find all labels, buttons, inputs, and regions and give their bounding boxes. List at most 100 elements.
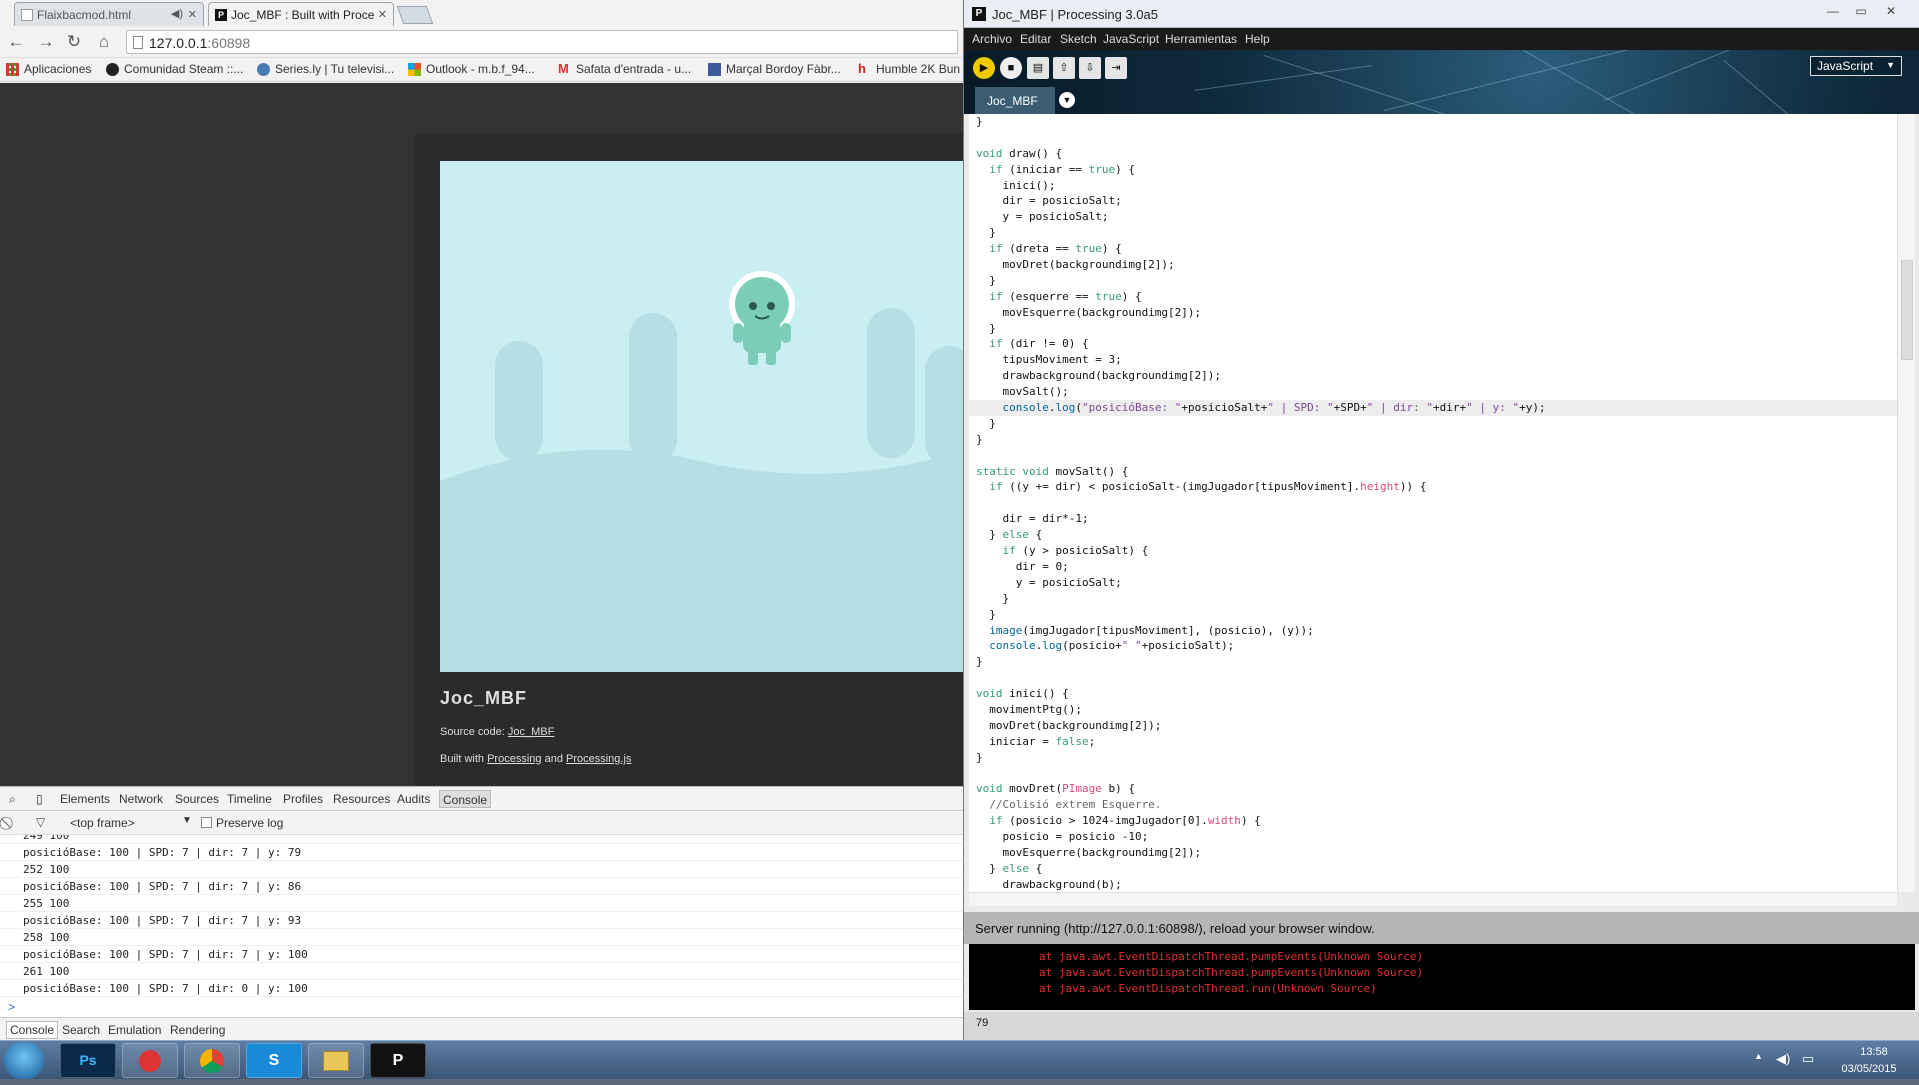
- code-line[interactable]: }: [969, 273, 1904, 289]
- tab-elements[interactable]: Elements: [60, 792, 110, 806]
- code-editor[interactable]: } void draw() { if (iniciar == true) { i…: [969, 114, 1904, 892]
- code-line[interactable]: [969, 130, 1904, 146]
- code-line[interactable]: [969, 448, 1904, 464]
- code-line[interactable]: }: [969, 591, 1904, 607]
- network-icon[interactable]: ▭: [1802, 1051, 1814, 1067]
- run-button[interactable]: ▶: [973, 57, 995, 79]
- processing-link[interactable]: Processing: [487, 753, 541, 765]
- browser-tab-flaixbacmod[interactable]: Flaixbacmod.html ◀) ✕: [14, 2, 204, 26]
- code-line[interactable]: image(imgJugador[tipusMoviment], (posici…: [969, 623, 1904, 639]
- address-bar[interactable]: 127.0.0.1:60898: [126, 30, 958, 54]
- taskbar-snipping-tool[interactable]: [122, 1043, 178, 1078]
- bookmark-seriesly[interactable]: Series.ly | Tu televisi...: [257, 62, 394, 76]
- code-line[interactable]: drawbackground(backgroundimg[2]);: [969, 368, 1904, 384]
- bookmark-outlook[interactable]: Outlook - m.b.f_94...: [408, 62, 535, 76]
- drawer-tab-console[interactable]: Console: [6, 1021, 59, 1039]
- editor-vertical-scrollbar[interactable]: [1897, 114, 1915, 892]
- code-line[interactable]: movDret(backgroundimg[2]);: [969, 257, 1904, 273]
- menu-help[interactable]: Help: [1245, 32, 1270, 46]
- clock-time[interactable]: 13:58: [1844, 1046, 1904, 1058]
- minimize-icon[interactable]: —: [1821, 4, 1845, 20]
- taskbar-chrome[interactable]: [184, 1043, 240, 1078]
- code-line[interactable]: void inici() {: [969, 686, 1904, 702]
- chevron-down-icon[interactable]: ▼: [182, 815, 192, 826]
- close-window-icon[interactable]: ✕: [1879, 4, 1903, 20]
- start-button[interactable]: [4, 1042, 44, 1079]
- code-line[interactable]: if (y > posicioSalt) {: [969, 543, 1904, 559]
- tab-audits[interactable]: Audits: [397, 792, 430, 806]
- bookmark-aplicaciones[interactable]: Aplicaciones: [6, 62, 91, 76]
- menu-archivo[interactable]: Archivo: [972, 32, 1012, 46]
- code-line[interactable]: static void movSalt() {: [969, 464, 1904, 480]
- code-line[interactable]: } else {: [969, 861, 1904, 877]
- code-line[interactable]: if (dreta == true) {: [969, 241, 1904, 257]
- code-line[interactable]: movimentPtg();: [969, 702, 1904, 718]
- drawer-tab-rendering[interactable]: Rendering: [170, 1023, 225, 1037]
- code-line[interactable]: }: [969, 750, 1904, 766]
- code-line[interactable]: }: [969, 225, 1904, 241]
- code-line[interactable]: }: [969, 432, 1904, 448]
- code-line[interactable]: movEsquerre(backgroundimg[2]);: [969, 305, 1904, 321]
- code-line[interactable]: void draw() {: [969, 146, 1904, 162]
- browser-tab-joc-mbf[interactable]: P Joc_MBF : Built with Proce ✕: [208, 2, 394, 26]
- code-line[interactable]: console.log("posicióBase: "+posicioSalt+…: [969, 400, 1904, 416]
- sketch-tab[interactable]: Joc_MBF: [975, 87, 1055, 114]
- mode-select[interactable]: JavaScript ▼: [1810, 56, 1902, 76]
- tray-expand-icon[interactable]: ▲: [1754, 1051, 1763, 1061]
- inspect-icon[interactable]: ⌕: [9, 792, 16, 807]
- clock-date[interactable]: 03/05/2015: [1834, 1063, 1904, 1075]
- bookmark-humble[interactable]: h Humble 2K Bun: [858, 62, 960, 76]
- code-line[interactable]: drawbackground(b);: [969, 877, 1904, 892]
- filter-icon[interactable]: ▽: [36, 815, 45, 829]
- menu-javascript[interactable]: JavaScript: [1103, 32, 1159, 46]
- code-line[interactable]: y = posicioSalt;: [969, 209, 1904, 225]
- editor-horizontal-scrollbar[interactable]: [969, 892, 1897, 906]
- code-line[interactable]: movDret(backgroundimg[2]);: [969, 718, 1904, 734]
- back-arrow-icon[interactable]: ←: [6, 32, 26, 52]
- frame-select[interactable]: <top frame>: [70, 816, 135, 830]
- code-line[interactable]: }: [969, 607, 1904, 623]
- bookmark-gmail[interactable]: M Safata d'entrada - u...: [558, 62, 691, 76]
- bookmark-steam[interactable]: Comunidad Steam ::...: [106, 62, 243, 76]
- code-line[interactable]: //Colisió extrem Esquerre.: [969, 797, 1904, 813]
- code-line[interactable]: if ((y += dir) < posicioSalt-(imgJugador…: [969, 479, 1904, 495]
- drawer-tab-emulation[interactable]: Emulation: [108, 1023, 161, 1037]
- code-line[interactable]: [969, 495, 1904, 511]
- code-line[interactable]: }: [969, 416, 1904, 432]
- sketch-canvas[interactable]: [440, 161, 963, 672]
- tab-timeline[interactable]: Timeline: [227, 792, 272, 806]
- maximize-icon[interactable]: ▭: [1849, 4, 1873, 20]
- code-line[interactable]: }: [969, 654, 1904, 670]
- code-line[interactable]: tipusMoviment = 3;: [969, 352, 1904, 368]
- code-line[interactable]: if (iniciar == true) {: [969, 162, 1904, 178]
- menu-sketch[interactable]: Sketch: [1060, 32, 1097, 46]
- home-icon[interactable]: ⌂: [94, 32, 114, 52]
- scrollbar-thumb[interactable]: [1901, 260, 1913, 360]
- code-line[interactable]: dir = dir*-1;: [969, 511, 1904, 527]
- bookmark-facebook[interactable]: Marçal Bordoy Fàbr...: [708, 62, 841, 76]
- code-line[interactable]: if (dir != 0) {: [969, 336, 1904, 352]
- code-line[interactable]: movSalt();: [969, 384, 1904, 400]
- tab-profiles[interactable]: Profiles: [283, 792, 323, 806]
- console-prompt[interactable]: >: [8, 1000, 15, 1014]
- code-line[interactable]: }: [969, 114, 1904, 130]
- tab-menu-chevron-icon[interactable]: ▼: [1059, 92, 1075, 108]
- tab-console[interactable]: Console: [439, 790, 492, 808]
- open-sketch-button[interactable]: ⇧: [1053, 57, 1075, 79]
- code-line[interactable]: if (posicio > 1024-imgJugador[0].width) …: [969, 813, 1904, 829]
- forward-arrow-icon[interactable]: →: [36, 32, 56, 52]
- code-line[interactable]: [969, 766, 1904, 782]
- code-line[interactable]: dir = posicioSalt;: [969, 193, 1904, 209]
- code-line[interactable]: iniciar = false;: [969, 734, 1904, 750]
- close-tab-icon[interactable]: ✕: [378, 8, 387, 21]
- code-line[interactable]: if (esquerre == true) {: [969, 289, 1904, 305]
- menu-editar[interactable]: Editar: [1020, 32, 1051, 46]
- code-line[interactable]: y = posicioSalt;: [969, 575, 1904, 591]
- taskbar-skype[interactable]: S: [246, 1043, 302, 1078]
- code-line[interactable]: inici();: [969, 178, 1904, 194]
- code-line[interactable]: console.log(posicio+" "+posicioSalt);: [969, 638, 1904, 654]
- export-button[interactable]: ⇥: [1105, 57, 1127, 79]
- code-line[interactable]: void movDret(PImage b) {: [969, 781, 1904, 797]
- code-line[interactable]: [969, 670, 1904, 686]
- code-line[interactable]: movEsquerre(backgroundimg[2]);: [969, 845, 1904, 861]
